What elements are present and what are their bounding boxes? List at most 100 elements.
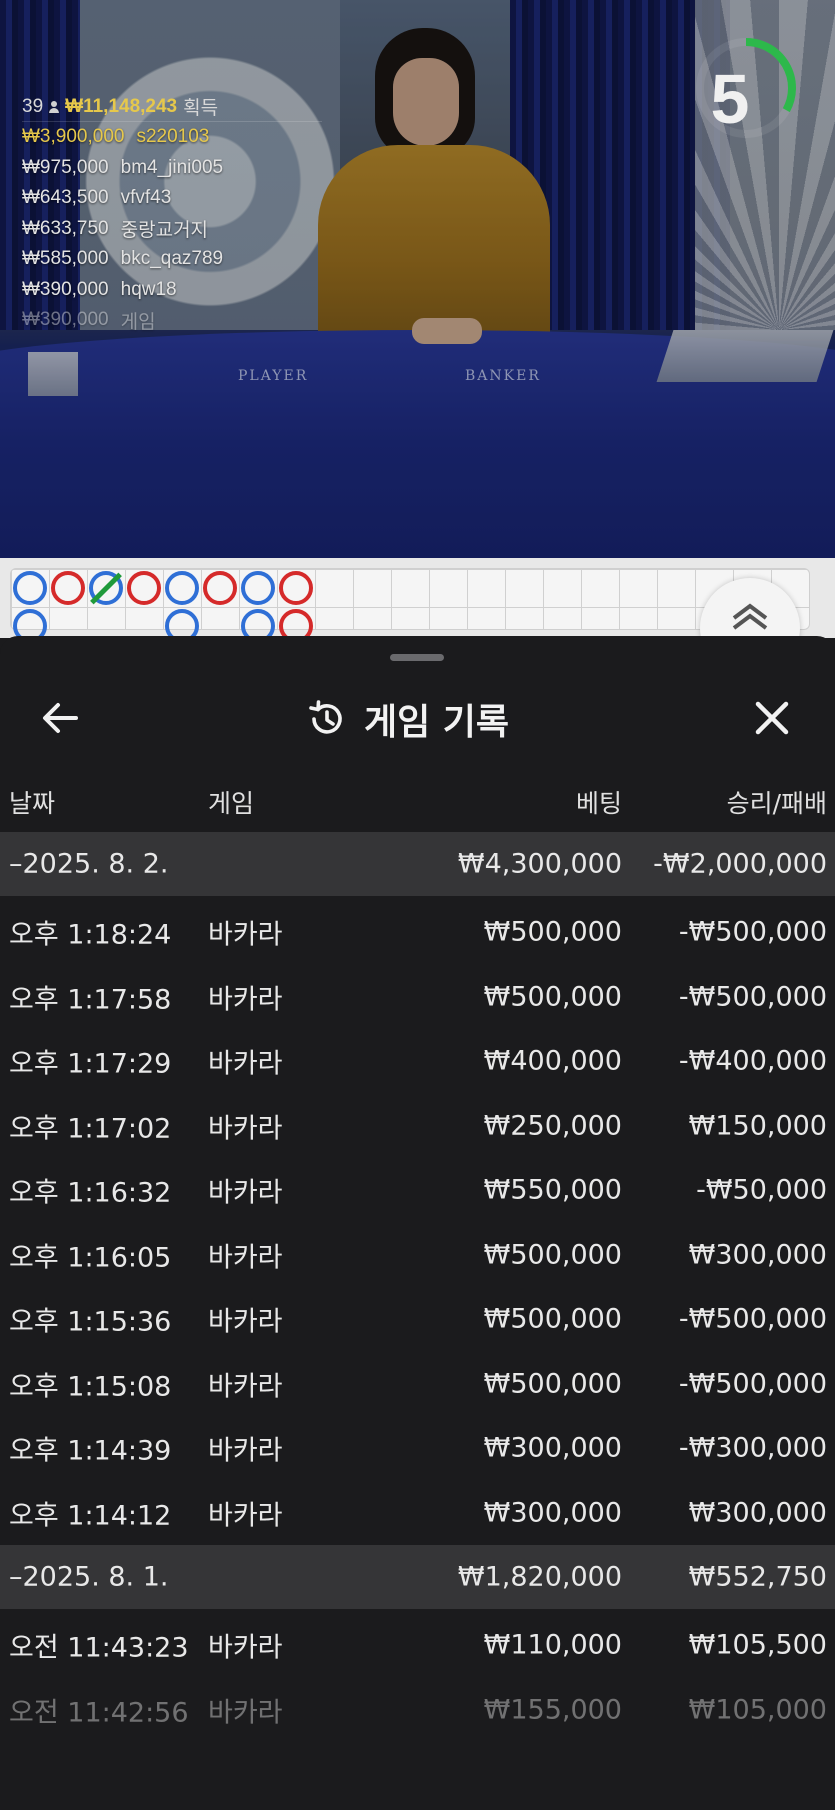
- bead-road: [10, 568, 810, 643]
- winner-amount: ₩3,900,000: [22, 126, 125, 148]
- history-row[interactable]: 오후 1:16:05 바카라 ₩500,000 ₩300,000: [0, 1223, 835, 1288]
- row-time: 오후 1:14:12: [9, 1500, 172, 1532]
- winner-row: ₩585,000 bkc_qaz789: [22, 244, 322, 275]
- row-result: -₩500,000: [678, 981, 827, 1013]
- bead-banker: [279, 571, 313, 605]
- row-time: 오전 11:42:56: [9, 1697, 189, 1729]
- sheet-drag-handle[interactable]: [390, 654, 444, 661]
- history-row[interactable]: 오전 11:43:23 바카라 ₩110,000 ₩105,500: [0, 1613, 835, 1678]
- row-result: ₩300,000: [688, 1497, 827, 1529]
- group-date: –2025. 8. 1.: [9, 1561, 169, 1593]
- row-bet: ₩400,000: [483, 1045, 622, 1077]
- arrow-left-icon: [43, 703, 78, 733]
- bead-player: [241, 571, 275, 605]
- column-date: 날짜: [9, 789, 56, 818]
- row-bet: ₩550,000: [483, 1174, 622, 1206]
- date-group-row[interactable]: –2025. 8. 2. ₩4,300,000 -₩2,000,000: [0, 832, 835, 896]
- countdown-seconds: 5: [710, 60, 750, 138]
- history-row[interactable]: 오후 1:14:12 바카라 ₩300,000 ₩300,000: [0, 1481, 835, 1546]
- group-result-total: -₩2,000,000: [653, 848, 827, 880]
- bead-banker: [203, 571, 237, 605]
- live-video: PLAYER BANKER 39 ₩11,148,243 획득 ₩3,900,0…: [0, 0, 835, 558]
- row-time: 오후 1:14:39: [9, 1435, 172, 1467]
- row-time: 오전 11:43:23: [9, 1632, 189, 1664]
- winner-username: bm4_jini005: [120, 156, 224, 178]
- back-button[interactable]: [38, 696, 82, 740]
- row-time: 오후 1:17:29: [9, 1048, 172, 1080]
- history-row[interactable]: 오전 11:42:56 바카라 ₩155,000 ₩105,000: [0, 1678, 835, 1743]
- row-result: -₩400,000: [678, 1045, 827, 1077]
- row-bet: ₩300,000: [483, 1432, 622, 1464]
- history-row[interactable]: 오후 1:18:24 바카라 ₩500,000 -₩500,000: [0, 900, 835, 965]
- row-game: 바카라: [208, 1177, 283, 1209]
- history-table-header: 날짜 게임 베팅 승리/패배: [0, 784, 835, 834]
- row-game: 바카라: [208, 1242, 283, 1274]
- bead-player: [13, 571, 47, 605]
- row-bet: ₩300,000: [483, 1497, 622, 1529]
- row-time: 오후 1:17:58: [9, 984, 172, 1016]
- row-game: 바카라: [208, 1435, 283, 1467]
- person-icon: [49, 100, 60, 113]
- history-row[interactable]: 오후 1:14:39 바카라 ₩300,000 -₩300,000: [0, 1416, 835, 1481]
- winner-amount: ₩390,000: [22, 278, 109, 300]
- row-game: 바카라: [208, 1500, 283, 1532]
- row-result: -₩500,000: [678, 1368, 827, 1400]
- group-result-total: ₩552,750: [688, 1561, 827, 1593]
- history-row[interactable]: 오후 1:17:58 바카라 ₩500,000 -₩500,000: [0, 965, 835, 1030]
- winner-username: s220103: [136, 126, 210, 148]
- column-bet: 베팅: [575, 789, 622, 818]
- column-game: 게임: [208, 789, 255, 818]
- history-row[interactable]: 오후 1:15:08 바카라 ₩500,000 -₩500,000: [0, 1352, 835, 1417]
- winner-row: ₩3,900,000 s220103: [22, 122, 322, 153]
- row-game: 바카라: [208, 1697, 283, 1729]
- bead-banker: [127, 571, 161, 605]
- close-button[interactable]: [750, 696, 794, 740]
- winners-summary: 39 ₩11,148,243 획득: [22, 92, 322, 122]
- winner-row: ₩390,000 hqw18: [22, 275, 322, 306]
- group-date: –2025. 8. 2.: [9, 848, 169, 880]
- row-time: 오후 1:17:02: [9, 1113, 172, 1145]
- history-row[interactable]: 오후 1:17:29 바카라 ₩400,000 -₩400,000: [0, 1029, 835, 1094]
- history-row[interactable]: 오후 1:16:32 바카라 ₩550,000 -₩50,000: [0, 1158, 835, 1223]
- winner-username: bkc_qaz789: [120, 248, 224, 270]
- history-table-body: –2025. 8. 2. ₩4,300,000 -₩2,000,000 오후 1:18…: [0, 832, 835, 1742]
- close-icon: [755, 701, 789, 735]
- winners-list: 39 ₩11,148,243 획득 ₩3,900,000 s220103 ₩975,…: [22, 92, 322, 336]
- winner-row: ₩390,000 게임: [22, 305, 322, 336]
- row-result: -₩500,000: [678, 1303, 827, 1335]
- row-result: ₩300,000: [688, 1239, 827, 1271]
- winner-amount: ₩643,500: [22, 187, 109, 209]
- winner-amount: ₩390,000: [22, 309, 109, 331]
- winners-total: ₩11,148,243: [65, 95, 178, 117]
- row-result: -₩50,000: [696, 1174, 827, 1206]
- winner-username: 게임: [120, 311, 156, 333]
- date-group-row[interactable]: –2025. 8. 1. ₩1,820,000 ₩552,750: [0, 1545, 835, 1609]
- sheet-title: 게임 기록: [364, 702, 510, 743]
- row-result: ₩150,000: [688, 1110, 827, 1142]
- winner-row: ₩643,500 vfvf43: [22, 183, 322, 214]
- row-time: 오후 1:16:32: [9, 1177, 172, 1209]
- history-row[interactable]: 오후 1:17:02 바카라 ₩250,000 ₩150,000: [0, 1094, 835, 1159]
- winner-amount: ₩585,000: [22, 248, 109, 270]
- row-game: 바카라: [208, 1306, 283, 1338]
- winner-amount: ₩975,000: [22, 156, 109, 178]
- winner-username: 중랑교거지: [120, 220, 209, 242]
- row-game: 바카라: [208, 1632, 283, 1664]
- history-row[interactable]: 오후 1:15:36 바카라 ₩500,000 -₩500,000: [0, 1287, 835, 1352]
- sheet-title-group: 게임 기록: [306, 694, 509, 744]
- row-result: ₩105,500: [688, 1629, 827, 1661]
- game-history-sheet: 게임 기록 날짜 게임 베팅 승리/패배 –2025. 8. 2. ₩4,300,…: [0, 636, 835, 1810]
- row-time: 오후 1:16:05: [9, 1242, 172, 1274]
- row-bet: ₩500,000: [483, 1239, 622, 1271]
- row-result: ₩105,000: [688, 1694, 827, 1726]
- winner-row: ₩975,000 bm4_jini005: [22, 153, 322, 184]
- row-time: 오후 1:15:36: [9, 1306, 172, 1338]
- winner-amount: ₩633,750: [22, 217, 109, 239]
- winner-row: ₩633,750 중랑교거지: [22, 214, 322, 245]
- row-game: 바카라: [208, 1113, 283, 1145]
- bead-player: [165, 571, 199, 605]
- row-time: 오후 1:18:24: [9, 919, 172, 951]
- row-game: 바카라: [208, 1371, 283, 1403]
- chevron-up-icon: [732, 603, 768, 630]
- winner-username: hqw18: [120, 278, 177, 300]
